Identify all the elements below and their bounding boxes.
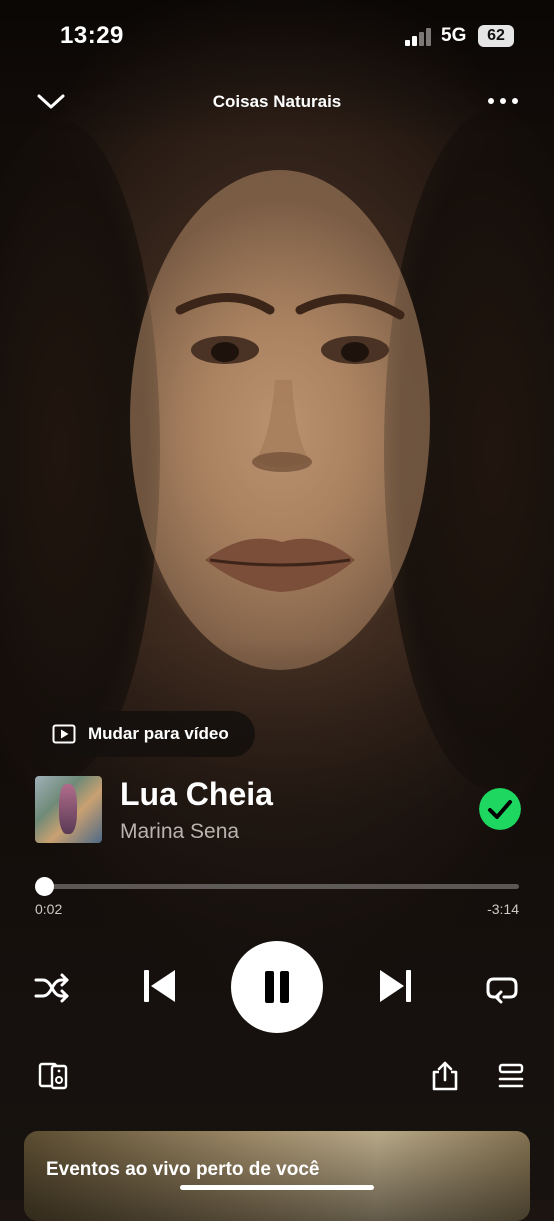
album-cover-thumbnail: [35, 776, 102, 843]
track-title[interactable]: Lua Cheia: [120, 776, 273, 813]
live-events-title: Eventos ao vivo perto de você: [46, 1159, 320, 1180]
remaining-time: -3:14: [487, 901, 519, 917]
switch-to-video-button[interactable]: Mudar para vídeo: [35, 711, 255, 757]
battery-icon: 62: [478, 25, 514, 47]
home-indicator[interactable]: [180, 1185, 374, 1190]
pause-button[interactable]: [231, 941, 323, 1033]
connect-device-icon[interactable]: [38, 1060, 70, 1092]
player-header: Coisas Naturais: [0, 82, 554, 122]
liked-check-icon[interactable]: [479, 788, 521, 830]
next-icon[interactable]: [376, 966, 416, 1006]
video-play-icon: [52, 724, 76, 744]
shuffle-icon[interactable]: [34, 972, 70, 1004]
more-options-icon[interactable]: [486, 90, 520, 112]
network-type: 5G: [441, 25, 467, 46]
progress-handle[interactable]: [35, 877, 54, 896]
status-bar: 13:29 5G 62: [0, 0, 554, 70]
live-events-card[interactable]: Eventos ao vivo perto de você: [24, 1131, 530, 1221]
track-artist[interactable]: Marina Sena: [120, 820, 239, 844]
elapsed-time: 0:02: [35, 901, 63, 917]
context-title: Coisas Naturais: [212, 92, 342, 111]
status-time: 13:29: [60, 22, 124, 49]
switch-to-video-label: Mudar para vídeo: [88, 724, 229, 743]
cellular-signal-icon: [405, 28, 433, 46]
queue-icon[interactable]: [497, 1062, 525, 1090]
pause-icon: [265, 971, 274, 1003]
share-icon[interactable]: [430, 1060, 460, 1092]
progress-bar[interactable]: [44, 884, 519, 889]
previous-icon[interactable]: [139, 966, 179, 1006]
portrait-face: [130, 170, 430, 670]
repeat-icon[interactable]: [484, 972, 520, 1004]
